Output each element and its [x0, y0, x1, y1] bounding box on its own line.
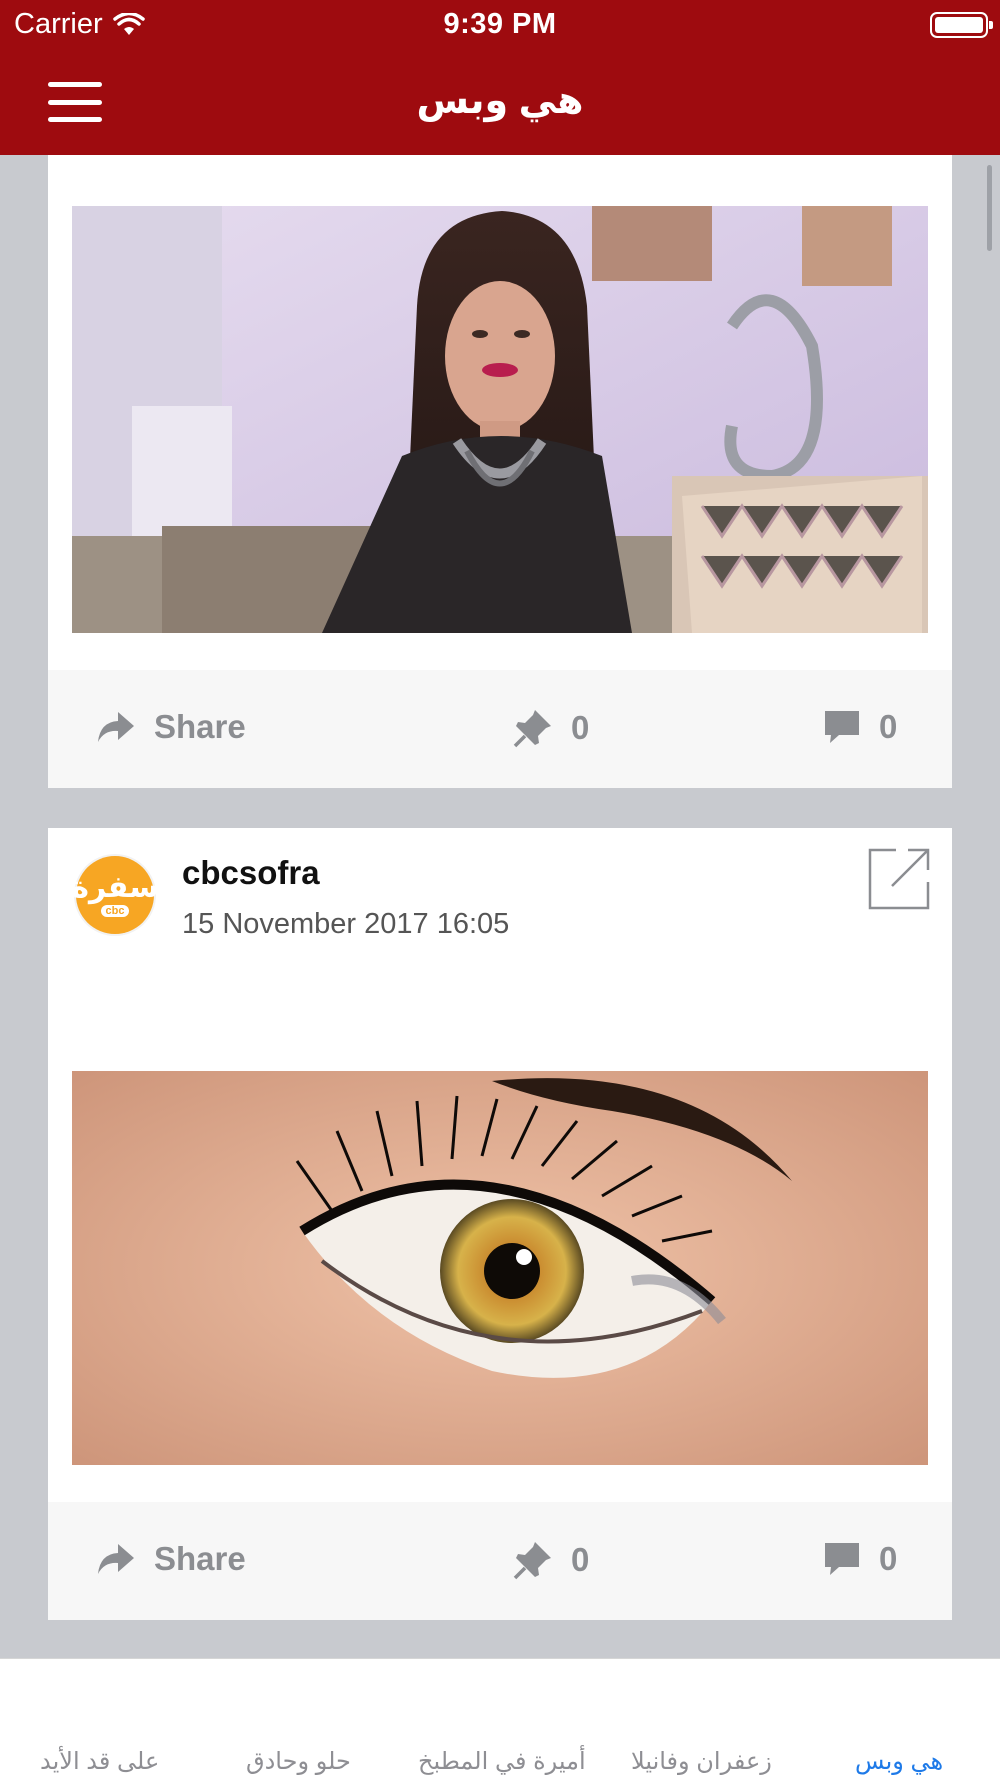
status-time: 9:39 PM — [443, 8, 557, 40]
comment-count: 0 — [879, 1540, 898, 1577]
page-title: هي وبس — [416, 80, 584, 122]
avatar[interactable]: سفرة cbc — [71, 856, 159, 934]
comment-count: 0 — [879, 708, 898, 745]
pin-count: 0 — [571, 1541, 590, 1578]
external-link-icon[interactable] — [866, 846, 932, 912]
post-date: 15 November 2017 16:05 — [182, 908, 510, 940]
share-button[interactable]: Share — [96, 1540, 246, 1578]
tab-ala-ad-el-eid[interactable]: على قد الأيد — [40, 1747, 159, 1776]
post-image[interactable] — [72, 1071, 928, 1465]
nav-bar: هي وبس — [0, 60, 1000, 144]
top-bar: Carrier 9:39 PM هي وبس — [0, 0, 1000, 155]
tab-amira-fil-matbakh[interactable]: أميرة في المطبخ — [418, 1747, 586, 1776]
post-card: سفرة cbc cbcsofra 15 November 2017 16:05 — [48, 828, 952, 1620]
tab-zaafaran-wa-vanilla[interactable]: زعفران وفانيلا — [631, 1747, 772, 1776]
comment-icon — [825, 711, 859, 743]
post-header: سفرة cbc cbcsofra 15 November 2017 16:05 — [48, 828, 952, 968]
post-image[interactable] — [72, 206, 928, 633]
avatar-logo-text: سفرة — [71, 870, 159, 905]
scrollbar[interactable] — [987, 165, 992, 251]
battery-icon — [930, 12, 993, 38]
share-icon — [98, 1544, 134, 1574]
comment-button[interactable]: 0 — [823, 708, 897, 746]
post-actions: Share 0 0 — [48, 1502, 952, 1620]
post-username[interactable]: cbcsofra — [182, 854, 320, 892]
pin-icon — [513, 1542, 551, 1580]
pin-icon — [513, 710, 551, 748]
tab-hi-wabas[interactable]: هي وبس — [855, 1747, 943, 1776]
comment-button[interactable]: 0 — [823, 1540, 897, 1578]
share-button[interactable]: Share — [96, 708, 246, 746]
post-actions: Share 0 0 — [48, 670, 952, 788]
share-icon — [98, 712, 134, 742]
post-card: Share 0 0 — [48, 155, 952, 788]
pin-button[interactable]: 0 — [513, 708, 589, 748]
share-label: Share — [154, 708, 246, 745]
comment-icon — [825, 1543, 859, 1575]
share-label: Share — [154, 1540, 246, 1577]
pin-count: 0 — [571, 709, 590, 746]
avatar-logo-sub: cbc — [100, 905, 130, 917]
tab-helw-wa-hadeq[interactable]: حلو وحادق — [246, 1747, 351, 1776]
status-bar: Carrier 9:39 PM — [0, 0, 1000, 50]
tab-bar: هي وبس زعفران وفانيلا أميرة في المطبخ حل… — [0, 1658, 1000, 1778]
pin-button[interactable]: 0 — [513, 1540, 589, 1580]
